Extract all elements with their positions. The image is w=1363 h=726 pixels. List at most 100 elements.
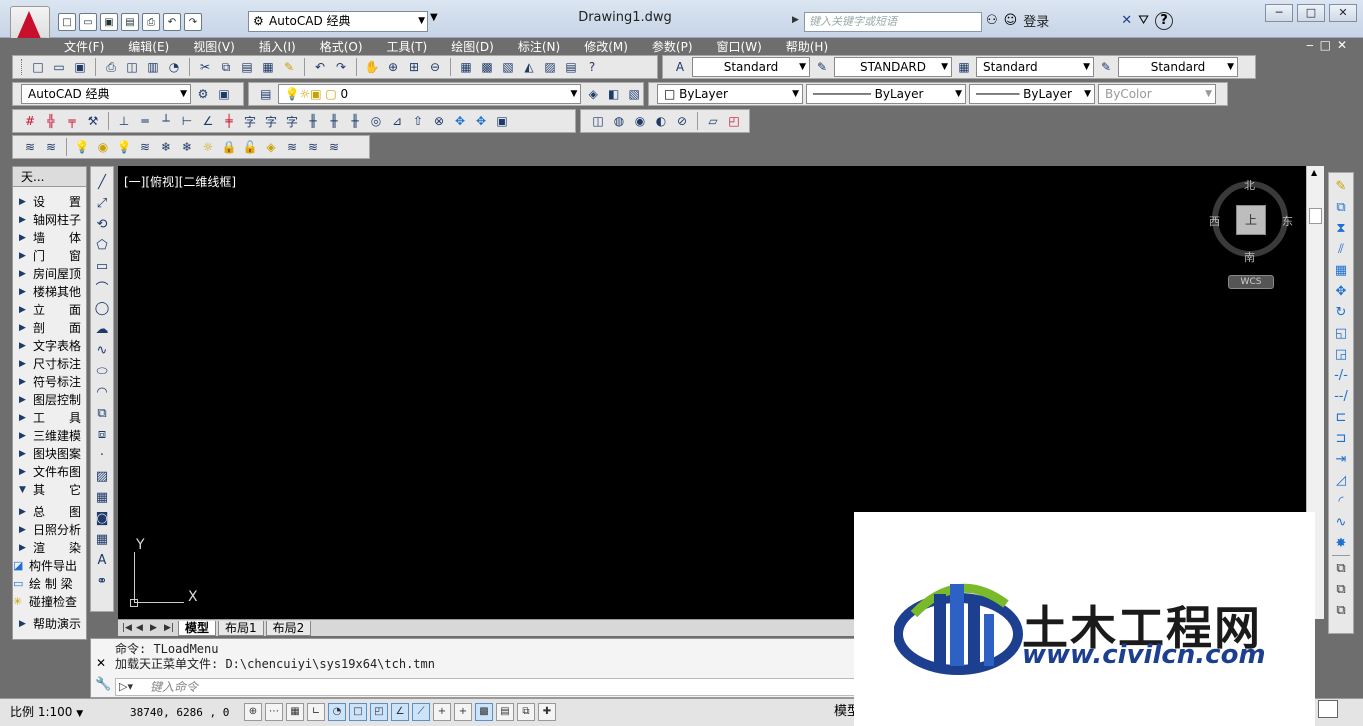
transparency-icon[interactable]: ▩ [475,703,493,721]
menu-tools[interactable]: 工具(T) [387,38,428,55]
palette-tool[interactable]: ✳ 碰撞检查 [13,593,86,611]
save-icon[interactable]: ▣ [71,58,89,76]
menu-dimension[interactable]: 标注(N) [518,38,560,55]
layer-on-icon[interactable]: 💡 [115,138,133,156]
color-select[interactable]: □ ByLayer ▼ [657,84,803,104]
mleader-style-select[interactable]: Standard ▼ [1118,57,1238,77]
dim-style-icon[interactable]: ✎ [813,58,831,76]
quick-properties-icon[interactable]: ▤ [496,703,514,721]
palette-tool[interactable]: ▭ 绘 制 梁 [13,575,86,593]
menu-window[interactable]: 窗口(W) [717,38,762,55]
next-tab-icon[interactable]: ▶ [150,623,162,633]
link-icon[interactable]: ⊗ [430,112,448,130]
tool-icon[interactable]: ⚒ [84,112,102,130]
workspace-dropdown[interactable]: AutoCAD 经典 ▼ [21,84,191,104]
snap-mode-icon[interactable]: ⋯ [265,703,283,721]
tab-model[interactable]: 模型 [178,620,217,636]
annotation-scale[interactable]: 比例 1:100 ▼ [10,703,83,721]
erase-box-icon[interactable]: ◰ [725,112,743,130]
layer-merge-icon[interactable]: ≋ [283,138,301,156]
sheet-set-icon[interactable]: ◭ [520,58,538,76]
layer-select[interactable]: 💡☼▣ ▢ 0 ▼ [277,84,582,104]
infer-constraints-icon[interactable]: ⊕ [244,703,262,721]
break-icon[interactable]: ⊐ [1332,429,1350,447]
stretch-icon[interactable]: ◲ [1332,345,1350,363]
insert-block-icon[interactable]: ⧉ [93,404,111,422]
text-edit-icon[interactable]: 字 [262,112,280,130]
mleader-style-icon[interactable]: ✎ [1097,58,1115,76]
hide-icon[interactable]: ⊘ [673,112,691,130]
point-icon[interactable]: · [93,446,111,464]
copy-icon[interactable]: ⧉ [217,58,235,76]
close-icon[interactable]: ✕ [96,656,106,670]
menu-insert[interactable]: 插入(I) [259,38,296,55]
compass-north[interactable]: 北 [1244,177,1255,193]
layer-delete-icon[interactable]: ≋ [304,138,322,156]
plot-icon[interactable]: ⎙ [102,58,120,76]
palette-item[interactable]: ▶ 工 具 [13,409,86,427]
layer-stack-icon[interactable]: ≋ [21,138,39,156]
match-properties-icon[interactable]: ▦ [259,58,277,76]
circle-icon[interactable]: ◯ [93,299,111,317]
draw-order-icon[interactable]: ⧉ [1332,559,1350,577]
palette-item[interactable]: ▶ 符号标注 [13,373,86,391]
array-icon[interactable]: ▦ [1332,261,1350,279]
exchange-icon[interactable]: ✕ [1121,13,1132,28]
join-icon[interactable]: ⇥ [1332,450,1350,468]
palette-item[interactable]: ▶ 文字表格 [13,337,86,355]
clipboard-icon[interactable]: ▣ [493,112,511,130]
design-center-icon[interactable]: ▩ [478,58,496,76]
blend-icon[interactable]: ∿ [1332,513,1350,531]
move2-icon[interactable]: ✥ [472,112,490,130]
palette-item[interactable]: ▶ 尺寸标注 [13,355,86,373]
selection-cycling-icon[interactable]: ⧉ [517,703,535,721]
help-icon[interactable]: ? [583,58,601,76]
dim-linear-icon[interactable]: ⊥ [115,112,133,130]
dim-chain-icon[interactable]: ╫ [304,112,322,130]
user-icon[interactable]: ☺ [1004,13,1018,28]
layer-unlock-icon[interactable]: 🔓 [241,138,259,156]
layer-state-icon[interactable]: ▧ [625,85,643,103]
viewcube-top-face[interactable]: 上 [1236,205,1266,235]
wcs-menu[interactable]: WCS [1228,275,1274,289]
dim-angular-icon[interactable]: ∠ [199,112,217,130]
calculator-icon[interactable]: ▤ [562,58,580,76]
sphere-icon[interactable]: ◍ [610,112,628,130]
scale-icon[interactable]: ◱ [1332,324,1350,342]
properties-icon[interactable]: ▦ [457,58,475,76]
text-style-icon[interactable]: A [671,58,689,76]
3d-view-icon[interactable]: ◫ [589,112,607,130]
grid-axis-icon[interactable]: # [21,112,39,130]
compass-east[interactable]: 东 [1282,213,1293,229]
layer-freeze-icon[interactable]: ≋ [136,138,154,156]
grid-icon[interactable]: ▦ [286,703,304,721]
text-style-select[interactable]: Standard ▼ [692,57,810,77]
wrench-icon[interactable]: 🔧 [95,677,111,692]
clean-screen-icon[interactable]: ▣ [215,85,233,103]
chamfer-icon[interactable]: ◿ [1332,471,1350,489]
undo-icon[interactable]: ↶ [311,58,329,76]
palette-item[interactable]: ▶ 日照分析 [13,521,86,539]
palette-item[interactable]: ▶ 设 置 [13,193,86,211]
bring-front-icon[interactable]: ⧉ [1332,580,1350,598]
chevron-right-icon[interactable]: ▶ [792,15,799,25]
layer-match-icon[interactable]: ◈ [262,138,280,156]
redo-icon[interactable]: ↷ [332,58,350,76]
menu-file[interactable]: 文件(F) [64,38,104,55]
maximize-icon[interactable]: □ [1297,4,1325,22]
gradient-icon[interactable]: ▦ [93,488,111,506]
palette-item[interactable]: ▶ 房间屋顶 [13,265,86,283]
text-icon[interactable]: 字 [241,112,259,130]
palette-item[interactable]: ▶ 帮助演示 [13,615,86,633]
hatch-icon[interactable]: ▨ [93,467,111,485]
viewport-controls[interactable]: [一][俯视][二维线框] [124,173,236,190]
break-at-point-icon[interactable]: ⊏ [1332,408,1350,426]
command-prompt-icon[interactable]: ▷▾ [119,679,133,695]
tool-palettes-icon[interactable]: ▧ [499,58,517,76]
north-arrow-icon[interactable]: ⇧ [409,112,427,130]
annotation-monitor-icon[interactable]: ✚ [538,703,556,721]
new-icon[interactable]: □ [29,58,47,76]
palette-title[interactable]: 天... [13,167,86,187]
document-window-controls[interactable]: ‒□✕ [1306,38,1353,52]
layer-thaw-icon[interactable]: ❄ [157,138,175,156]
